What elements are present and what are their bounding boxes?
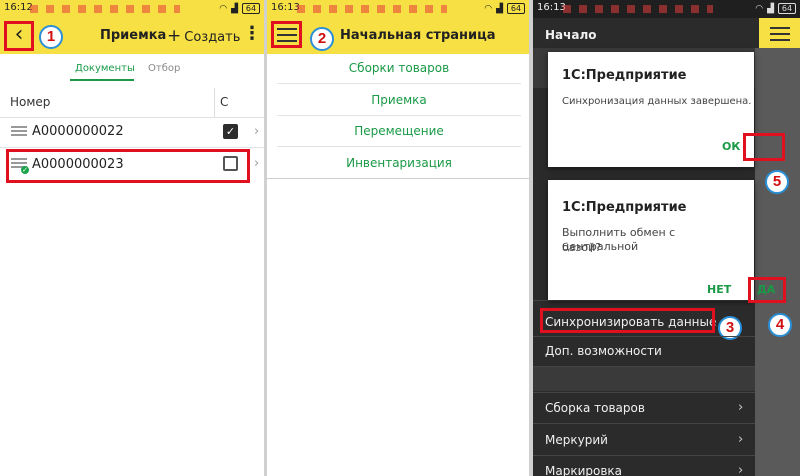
- dimmed-content: [755, 48, 800, 476]
- chevron-right-icon: ›: [254, 156, 260, 171]
- screen-receipts: 16:12 ◠ ▟ 64 ‹ 1 Приемка + Создать ⋮ Доку…: [0, 0, 264, 476]
- notification-icons: [563, 5, 713, 13]
- dialog-exchange: 1С:Предприятие Выполнить обмен с централ…: [548, 180, 754, 300]
- highlight-yes: [748, 277, 786, 303]
- tab-documents[interactable]: Документы: [75, 63, 135, 74]
- chevron-right-icon: ›: [738, 400, 744, 415]
- plus-icon: +: [167, 26, 182, 46]
- highlight-menu: [271, 21, 302, 48]
- dialog-sync-complete: 1С:Предприятие Синхронизация данных заве…: [548, 52, 754, 167]
- battery-icon: 64: [507, 3, 525, 14]
- chevron-right-icon: ›: [738, 432, 744, 447]
- step-badge-1: 1: [39, 25, 63, 49]
- highlight-sync: [540, 308, 715, 333]
- status-time: 16:13: [537, 2, 566, 13]
- step-badge-2: 2: [310, 27, 334, 51]
- ok-button[interactable]: ОК: [722, 140, 740, 153]
- chevron-right-icon: ›: [254, 124, 260, 139]
- row-checkbox[interactable]: ✓: [223, 124, 238, 139]
- notification-icons: [297, 5, 447, 13]
- drawer-title: Начало: [545, 28, 597, 42]
- drawer-item-marking[interactable]: Маркировка: [545, 464, 622, 476]
- column-status: С: [220, 95, 229, 109]
- battery-icon: 64: [242, 3, 260, 14]
- drawer-item-mercury[interactable]: Меркурий: [545, 433, 608, 447]
- page-title: Начальная страница: [340, 28, 496, 43]
- row-number: A0000000022: [32, 124, 124, 139]
- drawer-item-assembly[interactable]: Сборка товаров: [545, 401, 645, 415]
- tab-underline: [70, 79, 134, 81]
- create-label: Создать: [184, 30, 241, 45]
- menu-item-transfer[interactable]: Перемещение: [277, 124, 521, 138]
- battery-icon: 64: [778, 3, 796, 14]
- dialog-title: 1С:Предприятие: [562, 200, 687, 215]
- highlight-ok: [743, 133, 785, 161]
- menu-item-inventory[interactable]: Инвентаризация: [277, 156, 521, 170]
- signal-icon: ▟: [231, 3, 238, 14]
- status-time: 16:13: [271, 2, 300, 13]
- menu-item-assemblies[interactable]: Сборки товаров: [277, 61, 521, 75]
- column-number: Номер: [10, 95, 51, 109]
- wifi-icon: ◠: [755, 3, 764, 14]
- drawer-item-extra[interactable]: Доп. возможности: [545, 344, 662, 358]
- status-time: 16:12: [4, 2, 33, 13]
- chevron-right-icon: ›: [738, 463, 744, 476]
- step-badge-5: 5: [765, 170, 789, 194]
- notification-icons: [30, 5, 180, 13]
- menu-button[interactable]: [759, 18, 800, 48]
- document-icon: [11, 126, 27, 138]
- highlight-back: [4, 21, 34, 51]
- wifi-icon: ◠: [219, 3, 228, 14]
- dialog-title: 1С:Предприятие: [562, 68, 687, 83]
- dialog-message: Синхронизация данных завершена.: [562, 96, 752, 107]
- status-bar: 16:13 ◠ ▟ 64: [533, 0, 800, 18]
- screen-home: 16:13 ◠ ▟ 64 2 Начальная страница Сборки…: [267, 0, 529, 476]
- more-menu-icon[interactable]: ⋮: [243, 24, 261, 44]
- no-button[interactable]: НЕТ: [707, 283, 731, 296]
- menu-item-receipt[interactable]: Приемка: [277, 93, 521, 107]
- signal-icon: ▟: [496, 3, 503, 14]
- signal-icon: ▟: [767, 3, 774, 14]
- status-bar: 16:12 ◠ ▟ 64: [0, 0, 264, 18]
- status-bar: 16:13 ◠ ▟ 64: [267, 0, 529, 18]
- create-button[interactable]: + Создать: [167, 26, 240, 46]
- screen-drawer: 16:13 ◠ ▟ 64 Начало Синхронизировать дан…: [533, 0, 800, 476]
- dialog-message-line2: базой?: [562, 241, 602, 254]
- step-badge-4: 4: [768, 313, 792, 337]
- highlight-row: [6, 149, 250, 183]
- column-divider: [214, 88, 215, 118]
- menu-icon: [770, 27, 790, 41]
- wifi-icon: ◠: [484, 3, 493, 14]
- tab-filter[interactable]: Отбор: [148, 63, 180, 74]
- page-title: Приемка: [100, 28, 167, 43]
